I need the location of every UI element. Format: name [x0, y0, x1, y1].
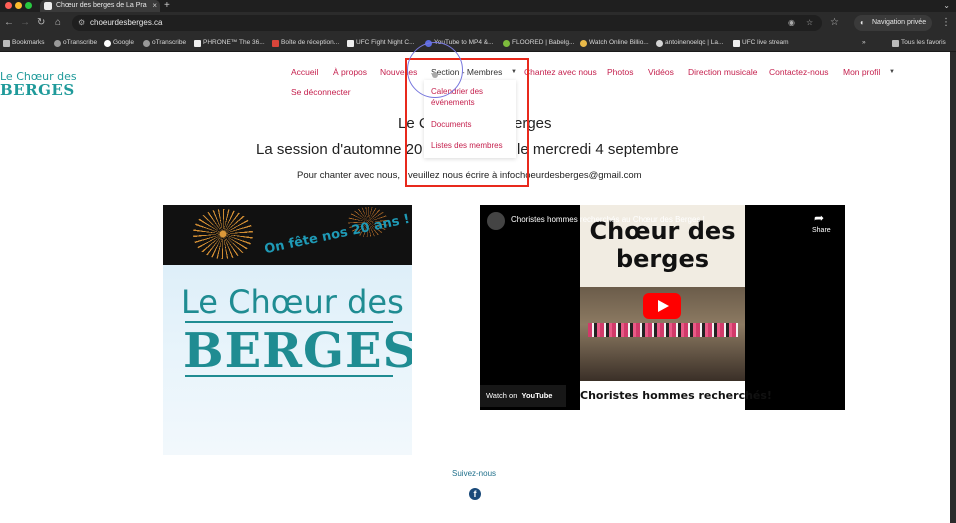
- nav-direction-musicale[interactable]: Direction musicale: [688, 67, 757, 77]
- reload-icon[interactable]: ↻: [37, 16, 45, 30]
- share-label[interactable]: Share: [812, 227, 831, 234]
- video-title[interactable]: Choristes hommes recherchés au Chœur des…: [511, 215, 705, 224]
- close-window-button[interactable]: [5, 2, 12, 9]
- globe-icon: [143, 40, 150, 47]
- nav-accueil[interactable]: Accueil: [291, 67, 318, 77]
- gmail-icon: [272, 40, 279, 47]
- more-bookmarks-icon[interactable]: »: [862, 34, 866, 52]
- logo-bottom-text: BERGES: [0, 81, 75, 99]
- nav-photos[interactable]: Photos: [607, 67, 633, 77]
- google-icon: [104, 40, 111, 47]
- bookmark-item[interactable]: Boîte de réception...: [272, 34, 339, 52]
- address-bar[interactable]: ⚙ choeurdesberges.ca ◉ ☆: [72, 15, 822, 31]
- site-logo[interactable]: Le Chœur des BERGES: [0, 70, 77, 99]
- youtube-logo-icon: YouTube: [521, 391, 553, 400]
- bookmark-item[interactable]: antoinenoelqc | La...: [656, 34, 723, 52]
- watch-on-label: Watch on: [486, 391, 518, 400]
- ufc-live-icon: [733, 40, 740, 47]
- follow-us-label: Suivez-nous: [452, 469, 497, 478]
- nav-a-propos[interactable]: À propos: [333, 67, 367, 77]
- play-button[interactable]: [643, 293, 681, 319]
- browser-tab[interactable]: Chœur des berges de La Pra ×: [40, 0, 160, 12]
- session-text-left: La session d'automne 20: [256, 141, 423, 158]
- nav-contactez-nous[interactable]: Contactez-nous: [769, 67, 829, 77]
- maximize-window-button[interactable]: [25, 2, 32, 9]
- nav-videos[interactable]: Vidéos: [648, 67, 674, 77]
- private-label: Navigation privée: [872, 19, 927, 26]
- channel-avatar[interactable]: [487, 212, 505, 230]
- bookmark-item[interactable]: FLOORED | Babelg...: [503, 34, 574, 52]
- bookmark-item[interactable]: UFC live stream: [733, 34, 789, 52]
- session-text-right: le mercredi 4 septembre: [517, 141, 679, 158]
- watch-on-youtube-button[interactable]: Watch on YouTube: [480, 385, 566, 407]
- tab-search-icon[interactable]: ⌄: [943, 0, 950, 12]
- private-icon: ◐: [860, 18, 865, 27]
- bookmark-item[interactable]: oTranscribe: [54, 34, 97, 52]
- firework-image: [193, 209, 253, 259]
- youtube-video-embed[interactable]: Chœur des berges Choristes hommes recher…: [480, 205, 845, 410]
- bookmark-item[interactable]: UFC Fight Night C...: [347, 34, 415, 52]
- chevron-down-icon[interactable]: ▼: [889, 69, 895, 75]
- window-edge: [950, 52, 956, 523]
- bookmark-item[interactable]: PHRONE™ The 36...: [194, 34, 265, 52]
- tab-title: Chœur des berges de La Pra: [56, 2, 147, 9]
- browser-menu-icon[interactable]: ⋮: [941, 16, 951, 30]
- new-tab-icon[interactable]: +: [164, 0, 170, 12]
- poster-logo-bottom: BERGES: [183, 323, 412, 379]
- facebook-icon[interactable]: f: [469, 488, 481, 500]
- bookmark-star-icon[interactable]: ☆: [806, 15, 813, 31]
- fireworks-banner: [163, 205, 412, 265]
- all-bookmarks-folder[interactable]: Tous les favoris: [892, 34, 946, 52]
- globe-icon: [54, 40, 61, 47]
- browser-toolbar: ← → ↻ ⌂ ⚙ choeurdesberges.ca ◉ ☆ ☆ ◐ Nav…: [0, 12, 956, 34]
- minimize-window-button[interactable]: [15, 2, 22, 9]
- cursor-highlight-ring: [407, 42, 463, 98]
- back-icon[interactable]: ←: [4, 16, 14, 30]
- watch-online-icon: [580, 40, 587, 47]
- bookmark-item[interactable]: oTranscribe: [143, 34, 186, 52]
- address-text: choeurdesberges.ca: [90, 18, 163, 27]
- site-favicon-icon: [44, 2, 52, 10]
- thumbnail-banner: Choristes hommes recherchés!: [580, 381, 772, 410]
- bookmark-item[interactable]: Google: [104, 34, 134, 52]
- tab-strip: Chœur des berges de La Pra × + ⌄: [0, 0, 956, 12]
- home-icon[interactable]: ⌂: [55, 16, 61, 30]
- mouse-cursor: [432, 72, 438, 78]
- bookmarks-bar: Bookmarks oTranscribe Google oTranscribe…: [0, 34, 956, 52]
- extensions-icon[interactable]: ☆: [830, 16, 839, 30]
- poster-divider: [185, 375, 393, 377]
- site-info-icon[interactable]: ⚙: [78, 15, 85, 31]
- nav-chantez-avec-nous[interactable]: Chantez avec nous: [524, 67, 597, 77]
- choir-singers: [588, 323, 738, 337]
- floored-icon: [503, 40, 510, 47]
- folder-icon: [892, 40, 899, 47]
- contact-text-left: Pour chanter avec nous,: [297, 170, 400, 181]
- private-browsing-badge[interactable]: ◐ Navigation privée: [854, 15, 933, 31]
- thumbnail-title: Chœur des berges: [589, 217, 736, 273]
- profile-icon: [656, 40, 663, 47]
- ufc-icon: [347, 40, 354, 47]
- close-tab-icon[interactable]: ×: [152, 0, 157, 12]
- bookmark-item[interactable]: Watch Online Billio...: [580, 34, 649, 52]
- nav-mon-profil[interactable]: Mon profil: [843, 67, 880, 77]
- incognito-eye-icon[interactable]: ◉: [788, 15, 795, 31]
- share-icon[interactable]: ➦: [814, 211, 824, 225]
- poster-logo-top: Le Chœur des: [181, 283, 404, 321]
- forward-icon[interactable]: →: [20, 16, 30, 30]
- bookmarks-folder-icon: [3, 40, 10, 47]
- anniversary-poster: On fête nos 20 ans ! Le Chœur des BERGES: [163, 205, 412, 455]
- phrone-icon: [194, 40, 201, 47]
- nav-se-deconnecter[interactable]: Se déconnecter: [291, 87, 351, 97]
- bookmark-item[interactable]: Bookmarks: [3, 34, 45, 52]
